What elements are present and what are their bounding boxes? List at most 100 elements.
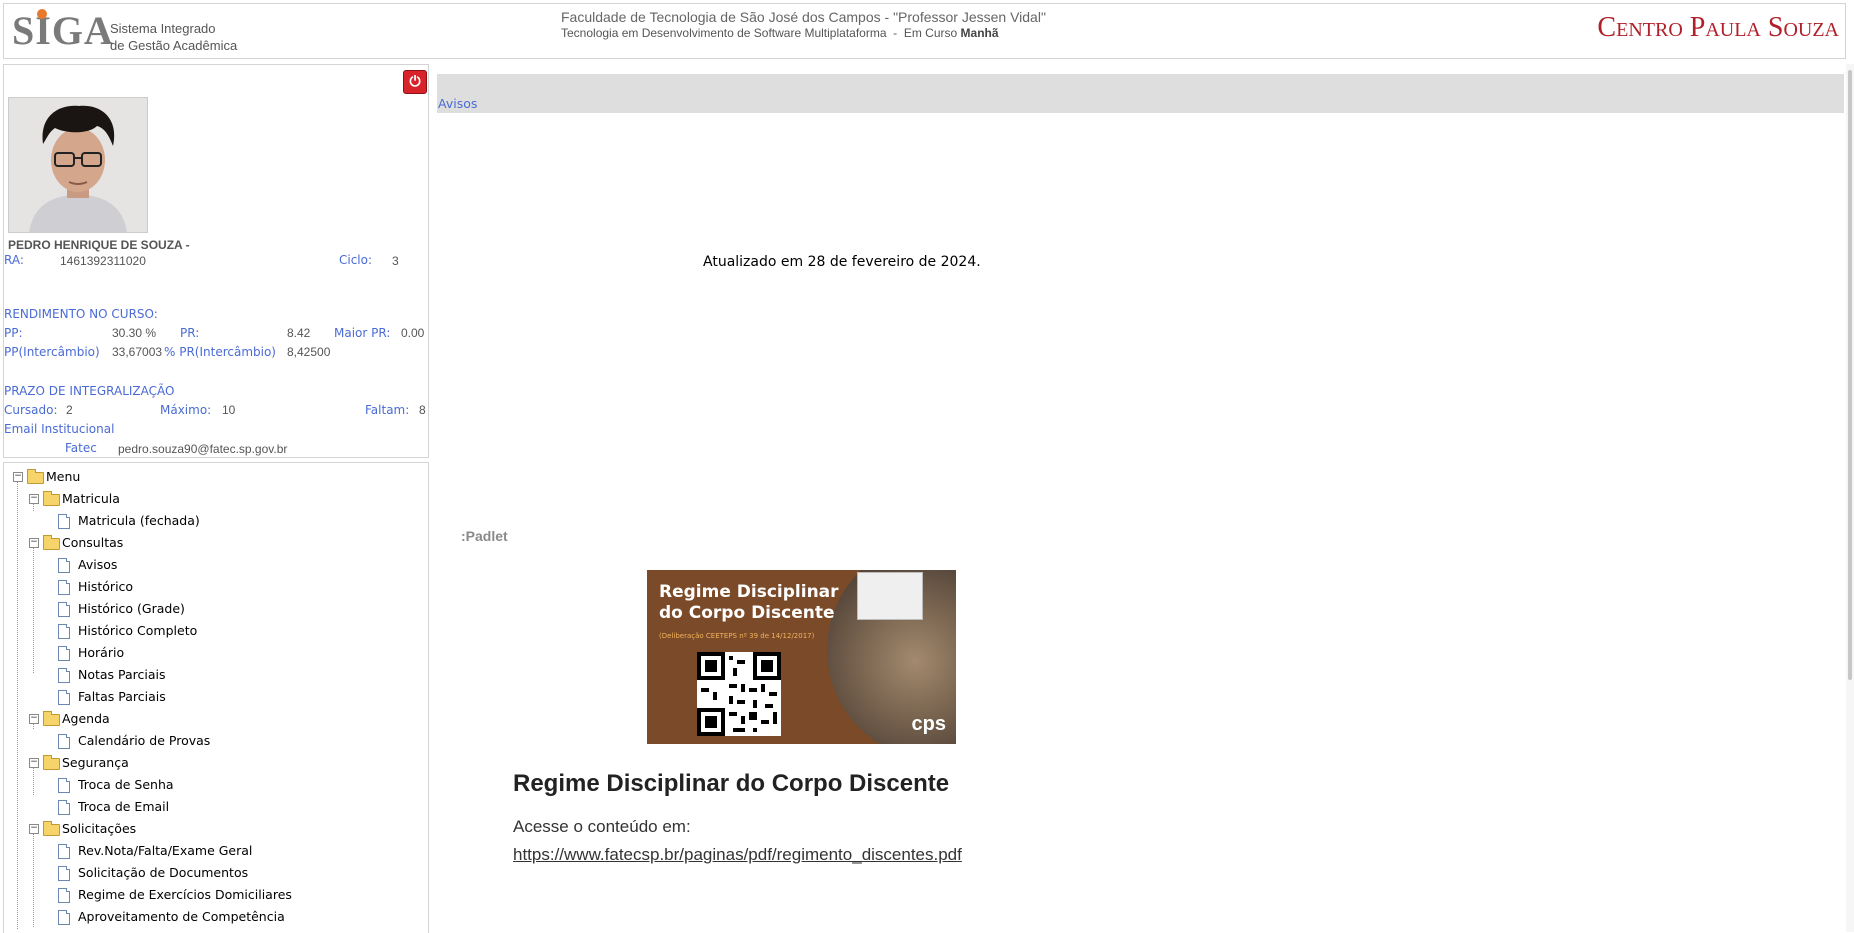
logo-subtitle-line1: Sistema Integrado bbox=[110, 21, 216, 36]
collapse-icon[interactable]: − bbox=[29, 824, 39, 834]
menu-group-label: Segurança bbox=[62, 755, 129, 770]
power-icon[interactable]: ⏻ bbox=[403, 70, 427, 94]
student-photo bbox=[8, 97, 148, 233]
pp-label: PP: bbox=[4, 326, 23, 340]
regime-banner-image[interactable]: Regime Disciplinar do Corpo Discente (De… bbox=[647, 570, 956, 744]
course-status: Em Curso bbox=[903, 26, 958, 40]
course-line: Tecnologia em Desenvolvimento de Softwar… bbox=[561, 26, 999, 40]
page-icon bbox=[58, 646, 70, 661]
collapse-icon[interactable]: − bbox=[29, 538, 39, 548]
header: SIGA Sistema Integrado de Gestão Acadêmi… bbox=[3, 3, 1846, 59]
faltam-value: 8 bbox=[419, 403, 426, 417]
regimento-link[interactable]: https://www.fatecsp.br/paginas/pdf/regim… bbox=[513, 845, 962, 865]
pp-intercambio-value: 33,67003 bbox=[112, 345, 163, 359]
menu-tree: − Menu − Matricula Matricula (fechada) −… bbox=[3, 462, 429, 933]
scrollbar-thumb[interactable] bbox=[1848, 70, 1852, 680]
page-icon bbox=[58, 910, 70, 925]
student-name: PEDRO HENRIQUE DE SOUZA - bbox=[8, 238, 190, 252]
logo-text: SIGA bbox=[12, 8, 114, 53]
page-icon bbox=[58, 690, 70, 705]
content-title-bar bbox=[437, 74, 1844, 113]
logo-subtitle: Sistema Integrado de Gestão Acadêmica bbox=[110, 20, 250, 54]
acesse-text: Acesse o conteúdo em: bbox=[513, 817, 691, 836]
page-icon bbox=[58, 580, 70, 595]
banner-title-line2: do Corpo Discente bbox=[659, 603, 835, 623]
page-icon bbox=[58, 888, 70, 903]
course-name: Tecnologia em Desenvolvimento de Softwar… bbox=[561, 26, 887, 40]
menu-item-label: Avisos bbox=[78, 557, 118, 572]
email-value: pedro.souza90@fatec.sp.gov.br bbox=[118, 442, 288, 456]
course-separator: - bbox=[893, 26, 898, 40]
menu-item-label: Calendário de Provas bbox=[78, 733, 211, 748]
folder-icon bbox=[43, 491, 60, 506]
updated-notice: Atualizado em 28 de fevereiro de 2024. bbox=[703, 254, 981, 270]
qr-code-icon bbox=[697, 652, 781, 736]
banner-title-line1: Regime Disciplinar bbox=[659, 582, 839, 602]
maximo-label: Máximo: bbox=[160, 403, 212, 417]
maior-pr-label: Maior PR: bbox=[334, 326, 391, 340]
folder-icon bbox=[43, 821, 60, 836]
collapse-icon[interactable]: − bbox=[13, 472, 23, 482]
menu-item-label: Troca de Senha bbox=[78, 777, 174, 792]
pr-value: 8.42 bbox=[287, 326, 311, 340]
rendimento-title: RENDIMENTO NO CURSO: bbox=[4, 307, 158, 321]
pr-intercambio-label: % PR(Intercâmbio) bbox=[164, 345, 276, 359]
faltam-label: Faltam: bbox=[365, 403, 410, 417]
cursado-label: Cursado: bbox=[4, 403, 58, 417]
ciclo-value: 3 bbox=[392, 254, 399, 268]
menu-group-label: Consultas bbox=[62, 535, 124, 550]
banner-screen bbox=[857, 572, 923, 620]
padlet-label[interactable]: :Padlet bbox=[461, 528, 508, 544]
menu-group-label: Solicitações bbox=[62, 821, 137, 836]
page-icon bbox=[58, 778, 70, 793]
collapse-icon[interactable]: − bbox=[29, 758, 39, 768]
centro-paula-souza-logo[interactable]: Centro Paula Souza bbox=[1597, 12, 1839, 44]
menu-item-label: Aproveitamento de Competência bbox=[78, 909, 285, 924]
page-icon bbox=[58, 866, 70, 881]
ra-value: 1461392311020 bbox=[60, 254, 146, 268]
menu-item-label: Faltas Parciais bbox=[78, 689, 166, 704]
student-info-panel: ⏻ PEDRO HENRIQUE DE SOUZA - RA: 14613923… bbox=[3, 64, 429, 458]
folder-icon bbox=[43, 535, 60, 550]
page-icon bbox=[58, 734, 70, 749]
page-icon bbox=[58, 558, 70, 573]
menu-item-label: Troca de Email bbox=[78, 799, 170, 814]
menu-item-label: Histórico (Grade) bbox=[78, 601, 185, 616]
folder-icon bbox=[27, 469, 44, 484]
cursado-value: 2 bbox=[66, 403, 73, 417]
pp-intercambio-label: PP(Intercâmbio) bbox=[4, 345, 100, 359]
logo-dot bbox=[37, 9, 47, 19]
regime-heading: Regime Disciplinar do Corpo Discente bbox=[513, 770, 950, 797]
page-icon bbox=[58, 668, 70, 683]
banner-subtitle: (Deliberação CEETEPS nº 39 de 14/12/2017… bbox=[659, 632, 815, 640]
logo-subtitle-line2: de Gestão Acadêmica bbox=[110, 38, 238, 53]
menu-item-label: Rev.Nota/Falta/Exame Geral bbox=[78, 843, 253, 858]
page-icon bbox=[58, 844, 70, 859]
maior-pr-value: 0.00 bbox=[401, 326, 425, 340]
menu-item-label: Regime de Exercícios Domiciliares bbox=[78, 887, 292, 902]
page-icon bbox=[58, 602, 70, 617]
page-icon bbox=[58, 514, 70, 529]
collapse-icon[interactable]: − bbox=[29, 494, 39, 504]
menu-group-label: Matricula bbox=[62, 491, 120, 506]
pr-intercambio-value: 8,42500 bbox=[287, 345, 331, 359]
ra-label: RA: bbox=[4, 253, 24, 267]
avatar bbox=[9, 98, 147, 232]
cps-logo: cps bbox=[911, 713, 946, 735]
pp-value: 30.30 % bbox=[112, 326, 157, 340]
pr-label: PR: bbox=[180, 326, 200, 340]
course-shift: Manhã bbox=[960, 26, 999, 40]
page-icon bbox=[58, 800, 70, 815]
menu-item-label: Histórico Completo bbox=[78, 623, 198, 638]
page-icon bbox=[58, 624, 70, 639]
collapse-icon[interactable]: − bbox=[29, 714, 39, 724]
email-sub-label: Fatec bbox=[65, 441, 97, 455]
menu-item-label: Notas Parciais bbox=[78, 667, 166, 682]
breadcrumb[interactable]: Avisos bbox=[438, 96, 477, 111]
prazo-title: PRAZO DE INTEGRALIZAÇÃO bbox=[4, 384, 175, 398]
menu-group-label: Agenda bbox=[62, 711, 110, 726]
folder-icon bbox=[43, 755, 60, 770]
ciclo-label: Ciclo: bbox=[339, 253, 373, 267]
menu-item-label: Horário bbox=[78, 645, 125, 660]
menu-item-label: Solicitação de Documentos bbox=[78, 865, 249, 880]
